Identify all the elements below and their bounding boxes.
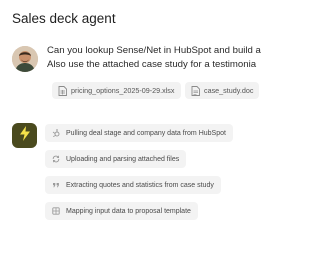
agent-step: Pulling deal stage and company data from… bbox=[45, 124, 233, 142]
agent-step: Mapping input data to proposal template bbox=[45, 202, 198, 220]
grid-icon bbox=[52, 207, 60, 215]
agent-step-label: Uploading and parsing attached files bbox=[66, 155, 180, 163]
document-icon bbox=[191, 85, 200, 96]
lightning-icon bbox=[19, 125, 31, 146]
refresh-icon bbox=[52, 155, 60, 163]
attachment-chip[interactable]: pricing_options_2025-09-29.xlsx bbox=[52, 82, 181, 99]
agent-step-label: Mapping input data to proposal template bbox=[66, 207, 191, 215]
user-message-line-1: Can you lookup Sense/Net in HubSpot and … bbox=[47, 45, 261, 56]
attachment-chip[interactable]: case_study.doc bbox=[185, 82, 260, 99]
spreadsheet-icon bbox=[58, 85, 67, 96]
agent-badge bbox=[12, 123, 37, 148]
user-avatar bbox=[12, 46, 38, 72]
agent-step: Uploading and parsing attached files bbox=[45, 150, 187, 168]
agent-step: Extracting quotes and statistics from ca… bbox=[45, 176, 221, 194]
agent-step-label: Pulling deal stage and company data from… bbox=[66, 129, 226, 137]
hubspot-icon bbox=[52, 129, 60, 137]
user-message-line-2: Also use the attached case study for a t… bbox=[47, 59, 257, 70]
attachment-name: case_study.doc bbox=[204, 86, 254, 95]
attachment-name: pricing_options_2025-09-29.xlsx bbox=[71, 86, 175, 95]
page-title: Sales deck agent bbox=[12, 11, 116, 26]
agent-step-label: Extracting quotes and statistics from ca… bbox=[66, 181, 214, 189]
quote-icon bbox=[52, 181, 60, 189]
